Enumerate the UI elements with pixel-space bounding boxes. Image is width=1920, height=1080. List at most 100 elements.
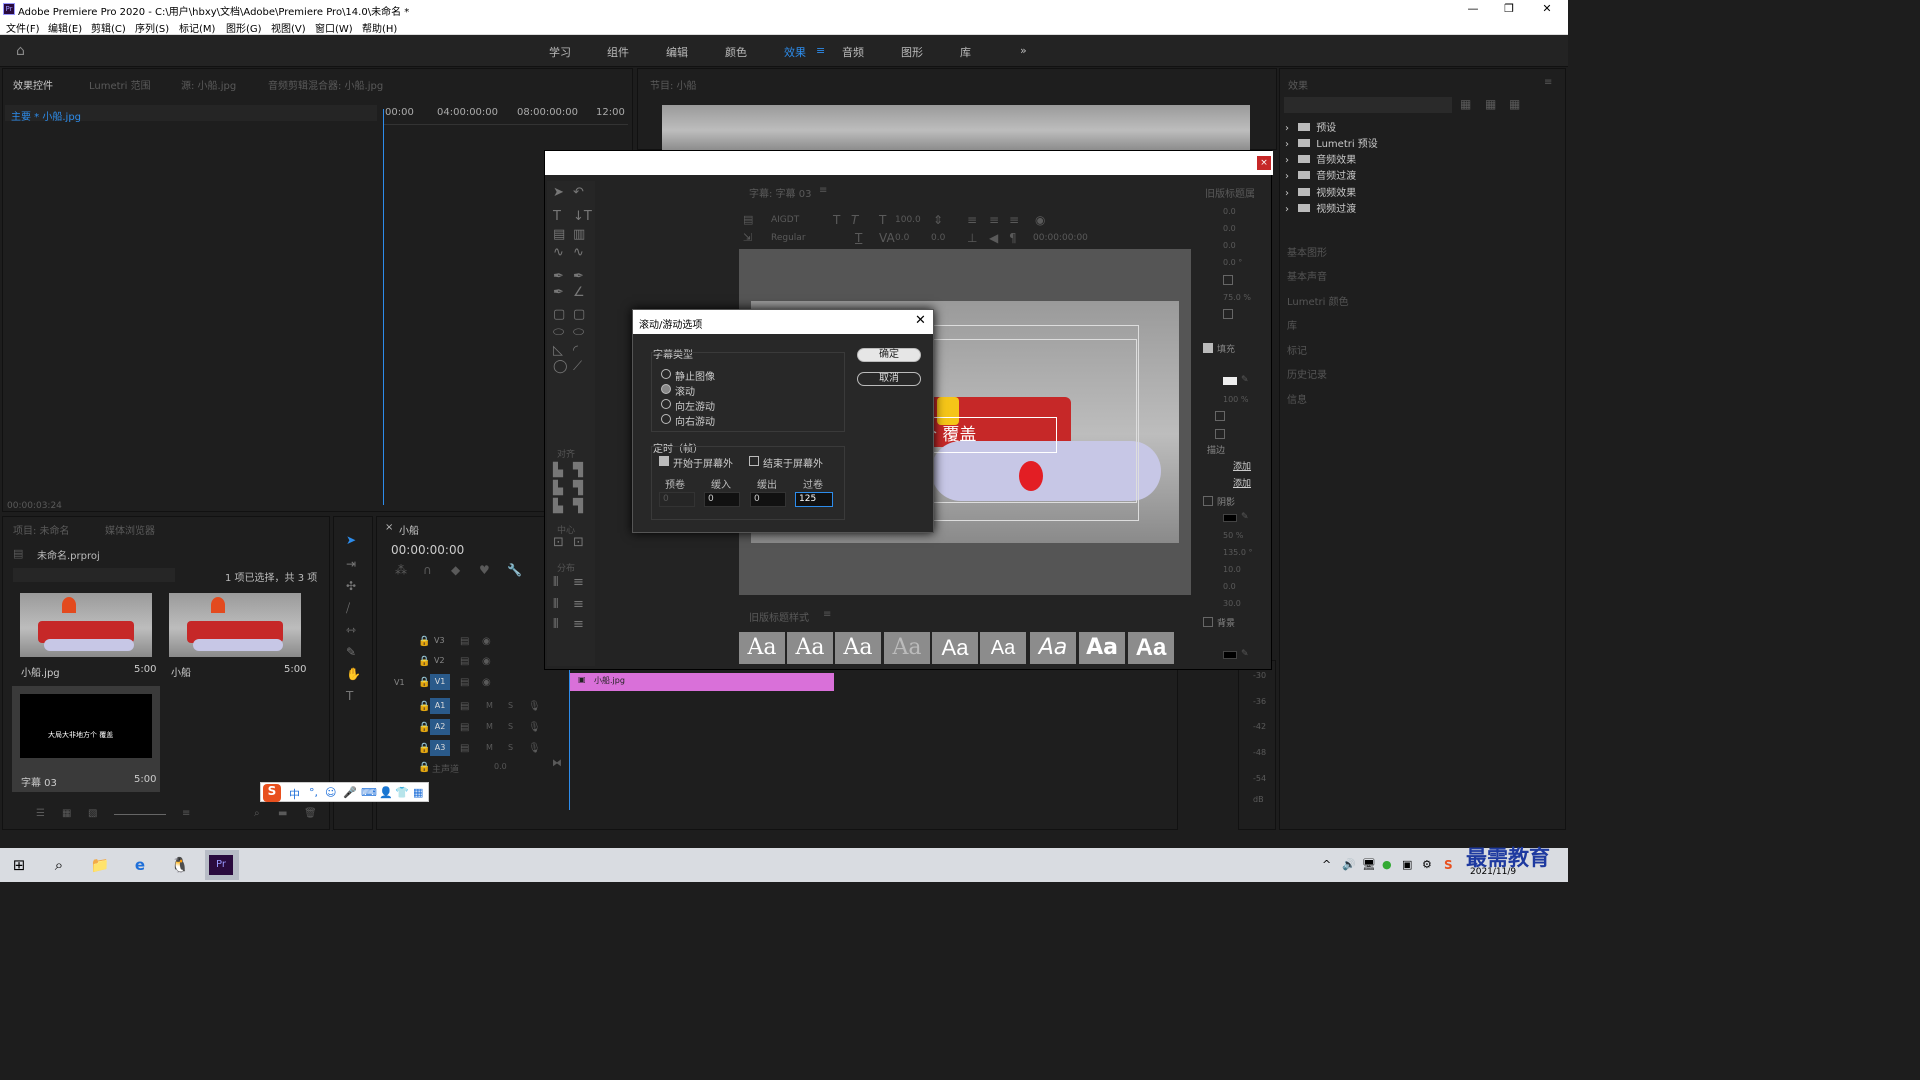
tray-app-icon[interactable]: ▣ [1402, 858, 1412, 871]
distribute-icon[interactable]: ≡ [573, 597, 584, 612]
prop-checkbox[interactable] [1223, 309, 1233, 319]
lock-icon[interactable]: 🔒 [418, 722, 430, 733]
title-style-swatch[interactable]: Aa [787, 632, 833, 664]
type-tool-icon[interactable]: T [553, 209, 561, 224]
search-icon[interactable]: ⌕ [46, 853, 72, 877]
find-icon[interactable]: ⌕ [254, 808, 260, 819]
ws-libraries[interactable]: 库 [960, 44, 971, 60]
tab-title-properties[interactable]: 旧版标题属 [1205, 185, 1255, 200]
minimize-icon[interactable]: — [1456, 0, 1490, 18]
tab-sequence[interactable]: 小船 [399, 522, 419, 537]
section-essential-graphics[interactable]: 基本图形 [1287, 244, 1327, 259]
ease-out-field[interactable]: 0 [750, 492, 786, 507]
center-v-icon[interactable]: ⊡ [573, 535, 584, 550]
section-essential-sound[interactable]: 基本声音 [1287, 268, 1327, 283]
radio-roll[interactable] [661, 384, 671, 394]
keyboard-icon[interactable]: ⌨ [361, 786, 377, 799]
toggle-output-icon[interactable]: ▤ [460, 636, 469, 647]
effects-search-input[interactable] [1284, 97, 1452, 113]
roll-crawl-icon[interactable]: ▤ [743, 213, 753, 226]
align-right-icon[interactable]: ▙ [553, 499, 563, 514]
distribute-icon[interactable]: ⫴ [553, 597, 558, 612]
close-tab-icon[interactable]: × [385, 522, 393, 533]
pen-icon[interactable]: ✎ [346, 645, 356, 659]
tray-chevron-icon[interactable]: ^ [1322, 858, 1331, 871]
network-icon[interactable]: 🖥 [1362, 858, 1376, 871]
align-center-h-icon[interactable]: ▙ [553, 481, 563, 496]
ease-in-field[interactable]: 0 [704, 492, 740, 507]
postroll-field[interactable]: 125 [795, 492, 833, 507]
dialog-close-icon[interactable]: ✕ [915, 313, 926, 328]
align-right-text-icon[interactable]: ≡ [1009, 213, 1019, 227]
edge-browser-icon[interactable]: e [127, 853, 153, 877]
track-a3-label[interactable]: A3 [430, 740, 450, 756]
mute-button[interactable]: M [486, 701, 493, 710]
align-center-v-icon[interactable]: ▜ [573, 481, 583, 496]
ws-color[interactable]: 颜色 [725, 44, 747, 60]
prop-value[interactable]: 0.0 [1223, 582, 1236, 591]
voiceover-mic-icon[interactable]: 🎙 [528, 701, 541, 712]
yuv-icon[interactable]: ▦ [1509, 97, 1520, 111]
wedge-tool-icon[interactable]: ◺ [553, 343, 563, 358]
toggle-output-icon[interactable]: ▤ [460, 743, 469, 754]
prop-value[interactable]: 0.0 [1223, 207, 1236, 216]
tab-media-browser[interactable]: 媒体浏览器 [105, 522, 155, 537]
ripple-edit-icon[interactable]: ✣ [346, 579, 356, 593]
project-thumb-sequence[interactable] [169, 593, 301, 657]
tab-stops-icon[interactable]: ⊥ [967, 231, 977, 245]
effects-item-video-transitions[interactable]: › 视频过渡 [1285, 200, 1356, 215]
tab-project[interactable]: 项目: 未命名 [13, 522, 70, 537]
ws-menu-icon[interactable]: ≡ [816, 44, 825, 57]
voiceover-mic-icon[interactable]: 🎙 [528, 743, 541, 754]
tab-title-styles[interactable]: 旧版标题样式 [749, 609, 809, 624]
rounded-rect-tool-icon[interactable]: ▢ [573, 307, 585, 322]
background-checkbox[interactable] [1203, 617, 1213, 627]
convert-anchor-icon[interactable]: ∠ [573, 285, 585, 300]
line-tool-icon[interactable]: ⟋ [573, 359, 582, 374]
add-inner-stroke-link[interactable]: 添加 [1233, 459, 1251, 472]
background-color-swatch[interactable] [1223, 651, 1237, 659]
sogou-logo-icon[interactable]: S [263, 784, 281, 802]
prop-value[interactable]: 0.0 [1223, 241, 1236, 250]
prop-value[interactable]: 135.0 ° [1223, 548, 1252, 557]
prop-checkbox[interactable] [1215, 429, 1225, 439]
lock-icon[interactable]: 🔒 [418, 743, 430, 754]
qq-icon[interactable]: 🐧 [167, 853, 193, 877]
menu-view[interactable]: 视图(V) [271, 20, 306, 35]
timeline-clip-boat[interactable]: ▣ 小船.jpg [570, 673, 834, 691]
tab-program[interactable]: 节目: 小船 [650, 77, 697, 92]
center-h-icon[interactable]: ⊡ [553, 535, 564, 550]
eye-icon[interactable]: ◉ [482, 656, 491, 667]
lock-icon[interactable]: 🔒 [418, 636, 430, 647]
lock-icon[interactable]: 🔒 [418, 656, 430, 667]
menu-edit[interactable]: 编辑(E) [48, 20, 82, 35]
marker-icon[interactable]: ♥ [479, 563, 490, 577]
solo-button[interactable]: S [508, 722, 513, 731]
eyedropper-icon[interactable]: ✎ [1241, 649, 1249, 659]
preroll-field[interactable]: 0 [659, 492, 695, 507]
menu-file[interactable]: 文件(F) [6, 20, 40, 35]
toggle-output-icon[interactable]: ▤ [460, 701, 469, 712]
toggle-output-icon[interactable]: ▤ [460, 677, 469, 688]
section-history[interactable]: 历史记录 [1287, 366, 1327, 381]
skin-icon[interactable]: 👕 [395, 786, 409, 799]
close-icon[interactable]: ✕ [1530, 0, 1564, 18]
align-center-text-icon[interactable]: ≡ [989, 213, 999, 227]
mute-button[interactable]: M [486, 722, 493, 731]
path-type-icon[interactable]: ∿ [553, 245, 564, 260]
tab-lumetri-scopes[interactable]: Lumetri 范围 [89, 77, 151, 92]
add-marker-icon[interactable]: ◆ [451, 563, 460, 577]
font-size-value[interactable]: 100.0 [895, 215, 921, 225]
eye-icon[interactable]: ◉ [482, 636, 491, 647]
italic-icon[interactable]: T [851, 213, 858, 227]
timeline-playhead[interactable] [569, 666, 570, 810]
tab-audio-mixer[interactable]: 音频剪辑混合器: 小船.jpg [268, 77, 383, 92]
track-a2-label[interactable]: A2 [430, 719, 450, 735]
title-style-swatch[interactable]: Aa [1030, 632, 1076, 664]
timeline-timecode[interactable]: 00:00:00:00 [391, 543, 464, 557]
maximize-icon[interactable]: ❐ [1492, 0, 1526, 18]
titler-close-icon[interactable]: × [1257, 156, 1271, 170]
menu-graphics[interactable]: 图形(G) [226, 20, 262, 35]
align-left-icon[interactable]: ▙ [553, 463, 563, 478]
title-style-swatch[interactable]: Aa [980, 632, 1026, 664]
